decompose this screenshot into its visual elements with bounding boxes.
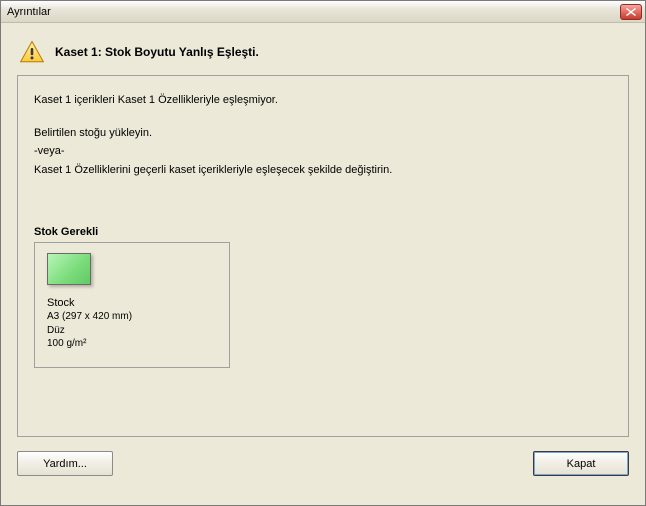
stock-required-label: Stok Gerekli	[34, 226, 612, 238]
main-panel: Kaset 1 içerikleri Kaset 1 Özellikleriyl…	[17, 75, 629, 437]
window-close-button[interactable]	[620, 4, 642, 20]
header-title: Kaset 1: Stok Boyutu Yanlış Eşleşti.	[55, 45, 259, 59]
button-row: Yardım... Kapat	[17, 437, 629, 476]
stock-required-section: Stok Gerekli Stock A3 (297 x 420 mm) Düz…	[34, 226, 612, 368]
header-row: Kaset 1: Stok Boyutu Yanlış Eşleşti.	[17, 35, 629, 75]
dialog-window: Ayrıntılar Kaset 1: Stok Boyutu	[0, 0, 646, 506]
warning-icon	[19, 39, 45, 65]
stock-name: Stock	[47, 297, 217, 309]
window-title: Ayrıntılar	[7, 6, 51, 18]
message-line-4: Kaset 1 Özelliklerini geçerli kaset içer…	[34, 162, 612, 179]
message-line-3: -veya-	[34, 143, 612, 160]
close-icon	[626, 8, 636, 16]
stock-size: A3 (297 x 420 mm)	[47, 310, 217, 324]
stock-box: Stock A3 (297 x 420 mm) Düz 100 g/m²	[34, 242, 230, 368]
help-button[interactable]: Yardım...	[17, 451, 113, 476]
titlebar: Ayrıntılar	[1, 1, 645, 23]
stock-type: Düz	[47, 324, 217, 338]
stock-weight: 100 g/m²	[47, 337, 217, 351]
content-area: Kaset 1: Stok Boyutu Yanlış Eşleşti. Kas…	[1, 23, 645, 505]
message-block: Kaset 1 içerikleri Kaset 1 Özellikleriyl…	[34, 92, 612, 178]
message-line-2: Belirtilen stoğu yükleyin.	[34, 125, 612, 142]
close-button[interactable]: Kapat	[533, 451, 629, 476]
message-line-1: Kaset 1 içerikleri Kaset 1 Özellikleriyl…	[34, 92, 612, 109]
stock-color-swatch	[47, 253, 91, 285]
